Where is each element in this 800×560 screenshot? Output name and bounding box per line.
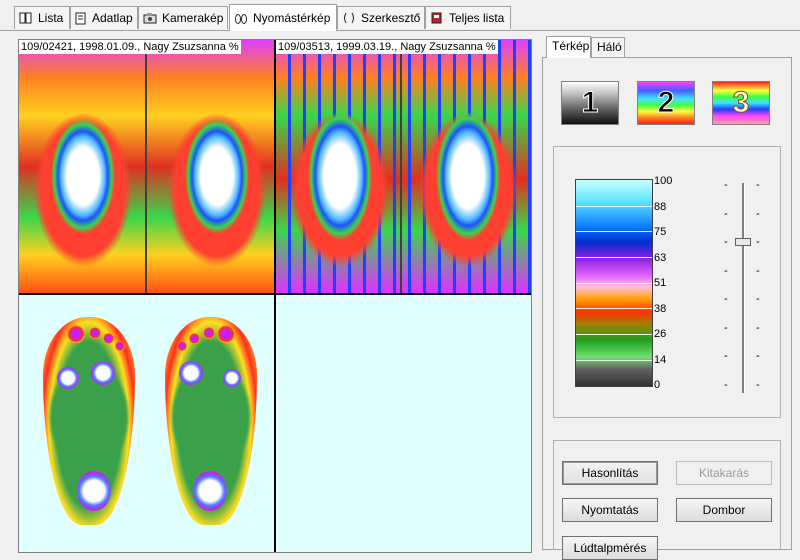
forefoot-hotspot (223, 369, 241, 387)
tab-label: Kamerakép (162, 11, 224, 25)
palette-2-label: 2 (657, 86, 675, 120)
scale-tick-88: 88 (654, 201, 667, 213)
scale-tick-26: 26 (654, 328, 667, 340)
main-tab-bar: Lista Adatlap Kamerakép Nyomástérkép Sze… (0, 0, 800, 31)
subtab-label: Térkép (552, 39, 590, 53)
camera-icon (143, 12, 157, 24)
palette-2-button[interactable]: 2 (637, 81, 695, 125)
palette-1-button[interactable]: 1 (561, 81, 619, 125)
relief-button[interactable]: Dombor (676, 498, 772, 522)
tab-label: Teljes lista (449, 11, 505, 25)
footprint-icon (234, 12, 248, 24)
tab-adatlap[interactable]: Adatlap (70, 6, 138, 29)
scale-line (576, 360, 652, 361)
toe-pressure (217, 325, 235, 343)
slider-thumb[interactable] (735, 238, 751, 246)
scale-tick-14: 14 (654, 354, 667, 366)
palette-1-label: 1 (581, 86, 599, 120)
tab-label: Nyomástérkép (253, 11, 331, 25)
scan-1-label: 109/02421, 1998.01.09., Nagy Zsuzsanna % (19, 40, 241, 54)
edit-brackets-icon (342, 12, 356, 24)
toe-pressure (67, 325, 85, 343)
scale-tick-0: 0 (654, 379, 661, 391)
scan-divider (400, 54, 402, 293)
toe-pressure (177, 341, 187, 351)
thermal-scan-2[interactable]: 109/03513, 1999.03.19., Nagy Zsuzsanna % (276, 40, 531, 293)
compare-button[interactable]: Hasonlítás (562, 461, 658, 485)
toe-pressure (103, 333, 114, 344)
scale-line (576, 257, 652, 258)
tab-szerkeszto[interactable]: Szerkesztő (337, 6, 425, 29)
book-icon (19, 12, 33, 24)
tab-label: Szerkesztő (361, 11, 421, 25)
subtab-label: Háló (597, 40, 622, 54)
toe-pressure (115, 341, 125, 351)
scale-line (576, 206, 652, 207)
flatfoot-measure-button[interactable]: Lúdtalpmérés (562, 536, 658, 560)
tab-kamerakep[interactable]: Kamerakép (138, 6, 228, 29)
scan-2-label: 109/03513, 1999.03.19., Nagy Zsuzsanna % (276, 40, 498, 54)
scale-tick-51: 51 (654, 277, 667, 289)
color-scale-bar (575, 179, 653, 387)
actions-group: Hasonlítás Kitakarás Nyomtatás Dombor Lú… (553, 440, 781, 560)
heel-hotspot (77, 471, 111, 511)
toe-pressure (89, 327, 101, 339)
toe-pressure (203, 327, 215, 339)
toe-pressure (189, 333, 200, 344)
scale-tick-75: 75 (654, 226, 667, 238)
forefoot-hotspot (179, 361, 203, 385)
print-button[interactable]: Nyomtatás (562, 498, 658, 522)
tab-label: Lista (38, 11, 64, 25)
tab-nyomasterkep[interactable]: Nyomástérkép (229, 4, 337, 31)
scale-line (576, 334, 652, 335)
tab-lista[interactable]: Lista (14, 6, 70, 29)
list-book-icon (430, 12, 444, 24)
empty-map-cell[interactable] (276, 295, 531, 552)
slider-track[interactable] (742, 183, 745, 393)
color-scale-group: 100 88 75 63 51 38 26 14 0 -- -- -- -- -… (553, 146, 781, 418)
scale-line (576, 283, 652, 284)
side-panel: Térkép Háló 1 2 3 100 88 75 63 51 38 26 … (542, 36, 792, 560)
pressure-map-page: 109/02421, 1998.01.09., Nagy Zsuzsanna %… (0, 31, 800, 560)
mask-button[interactable]: Kitakarás (676, 461, 772, 485)
palette-3-button[interactable]: 3 (712, 81, 770, 125)
scale-line (576, 231, 652, 232)
subtab-halo[interactable]: Háló (591, 37, 625, 57)
forefoot-hotspot (91, 361, 115, 385)
scale-line (576, 308, 652, 309)
subtab-terkep[interactable]: Térkép (546, 36, 591, 58)
tab-teljes-lista[interactable]: Teljes lista (425, 6, 511, 29)
thermal-scan-1[interactable]: 109/02421, 1998.01.09., Nagy Zsuzsanna % (19, 40, 274, 293)
palette-3-label: 3 (732, 86, 750, 120)
scale-tick-38: 38 (654, 303, 667, 315)
image-viewer[interactable]: 109/02421, 1998.01.09., Nagy Zsuzsanna %… (18, 39, 532, 553)
scale-tick-63: 63 (654, 252, 667, 264)
scale-tick-100: 100 (654, 175, 673, 187)
forefoot-hotspot (57, 367, 79, 389)
pressure-map[interactable] (19, 295, 274, 552)
document-icon (75, 12, 87, 24)
heel-hotspot (193, 471, 227, 511)
scan-divider (145, 54, 147, 293)
map-settings-panel: 1 2 3 100 88 75 63 51 38 26 14 0 - - - -… (542, 57, 792, 560)
tab-label: Adatlap (92, 11, 133, 25)
